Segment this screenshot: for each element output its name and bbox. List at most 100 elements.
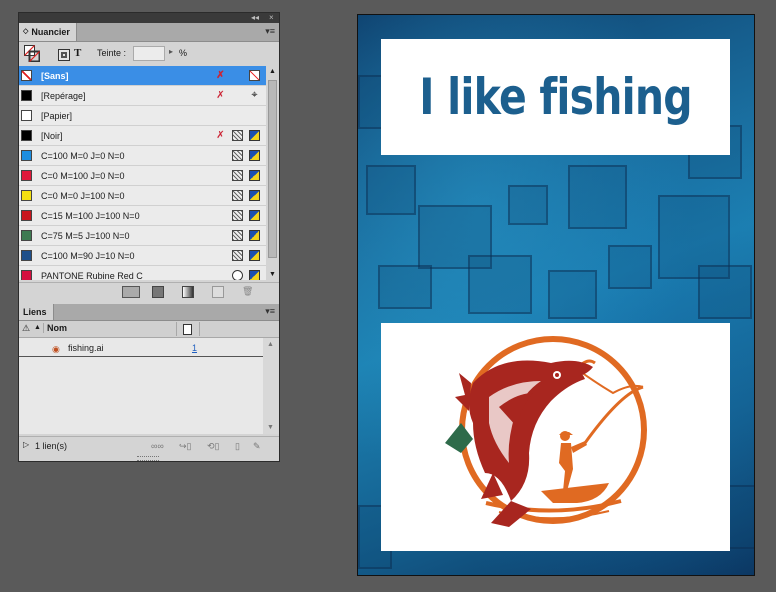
warning-icon[interactable]: ⚠: [22, 323, 30, 334]
scroll-up-icon[interactable]: ▲: [269, 68, 276, 75]
tab-toggle-icon[interactable]: ◇: [23, 23, 28, 41]
swatch-name: [Papier]: [41, 111, 73, 121]
link-name: fishing.ai: [68, 343, 104, 353]
column-page[interactable]: [176, 322, 200, 336]
scroll-down-icon[interactable]: ▼: [269, 271, 276, 278]
swatch-row[interactable]: C=100 M=0 J=0 N=0: [19, 146, 266, 166]
link-row[interactable]: ◉ fishing.ai 1: [19, 342, 263, 357]
swatch-name: C=75 M=5 J=100 N=0: [41, 231, 130, 241]
delete-swatch-icon[interactable]: 🗑: [242, 286, 253, 296]
scroll-thumb[interactable]: [268, 80, 277, 258]
swatch-row[interactable]: C=0 M=100 J=0 N=0: [19, 166, 266, 186]
swatch-name: C=100 M=0 J=0 N=0: [41, 151, 125, 161]
swatch-chip: [21, 90, 32, 101]
expand-info-icon[interactable]: ▷: [23, 440, 29, 449]
document-page: I like fishing: [357, 14, 755, 576]
process-color-icon: [232, 130, 243, 141]
background-square: [698, 265, 752, 319]
process-color-icon: [232, 170, 243, 181]
links-panel: Liens ▾≡ ⚠ ▲ Nom ◉ fishing.ai 1 ▲ ▼ ▷ 1 …: [19, 304, 279, 462]
swatch-row[interactable]: C=75 M=5 J=100 N=0: [19, 226, 266, 246]
swatch-name: C=100 M=90 J=10 N=0: [41, 251, 135, 261]
links-menu-icon[interactable]: ▾≡: [265, 306, 275, 317]
cmyk-icon: [249, 210, 260, 221]
scroll-up-icon[interactable]: ▲: [267, 341, 274, 348]
column-name[interactable]: Nom: [43, 323, 67, 333]
swatch-chip: [21, 230, 32, 241]
swatch-name: C=15 M=100 J=100 N=0: [41, 211, 140, 221]
process-color-icon: [232, 250, 243, 261]
swatch-name: [Noir]: [41, 131, 63, 141]
process-color-icon: [232, 230, 243, 241]
swatch-row[interactable]: C=15 M=100 J=100 N=0: [19, 206, 266, 226]
swatch-list: [Sans] ✗ [Repérage] ✗ ⌖ [Papier] [Noir] ✗ C=100 …: [19, 66, 266, 280]
cmyk-icon: [249, 150, 260, 161]
swatches-tabbar: ◇ Nuancier ▾≡: [19, 23, 279, 42]
swatch-chip: [21, 110, 32, 121]
no-edit-icon: ✗: [216, 130, 225, 141]
swatch-toolbar: T Teinte : ▸ %: [19, 42, 279, 66]
resize-grip[interactable]: [137, 456, 159, 461]
swatch-chip: [21, 190, 32, 201]
cmyk-icon: [249, 250, 260, 261]
scroll-down-icon[interactable]: ▼: [267, 424, 274, 431]
show-gradient-swatches-icon[interactable]: [182, 286, 194, 298]
spot-color-icon: [232, 270, 243, 280]
links-list: ◉ fishing.ai 1: [19, 338, 263, 434]
tab-swatches-label: Nuancier: [31, 27, 70, 37]
collapse-icon[interactable]: ◂◂: [251, 13, 259, 23]
links-scrollbar[interactable]: ▲ ▼: [263, 338, 279, 434]
tab-swatches[interactable]: ◇ Nuancier: [19, 23, 77, 41]
swatch-row[interactable]: [Sans] ✗: [19, 66, 266, 86]
headline-frame[interactable]: I like fishing: [381, 39, 730, 155]
swatch-chip: [21, 270, 32, 280]
registration-icon: ⌖: [251, 89, 258, 101]
swatch-row[interactable]: [Papier]: [19, 106, 266, 126]
panel-group: ◂◂ × ◇ Nuancier ▾≡ T Teinte : ▸ % [Sans]…: [18, 12, 280, 462]
panel-menu-icon[interactable]: ▾≡: [265, 26, 275, 37]
cmyk-icon: [249, 270, 260, 280]
relink-icon[interactable]: ↪▯: [179, 441, 192, 452]
fill-stroke-icon[interactable]: [24, 45, 40, 62]
show-color-swatches-icon[interactable]: [152, 286, 164, 298]
show-all-swatches-icon[interactable]: [122, 286, 140, 298]
formatting-container-icon[interactable]: [58, 49, 70, 61]
panel-title-bar[interactable]: ◂◂ ×: [19, 13, 279, 23]
page-icon: [183, 324, 192, 335]
process-color-icon: [232, 150, 243, 161]
swatch-row[interactable]: [Noir] ✗: [19, 126, 266, 146]
tint-label: Teinte :: [97, 48, 127, 58]
swatch-row[interactable]: PANTONE Rubine Red C: [19, 266, 266, 280]
tab-links[interactable]: Liens: [19, 304, 54, 320]
link-page[interactable]: 1: [192, 343, 197, 353]
links-count: 1 lien(s): [35, 441, 68, 451]
swatch-name: C=0 M=0 J=100 N=0: [41, 191, 125, 201]
swatch-row[interactable]: C=0 M=0 J=100 N=0: [19, 186, 266, 206]
links-footer: ▷ 1 lien(s) ∞∞ ↪▯ ⟲▯ ▯ ✎: [19, 436, 279, 455]
swatch-row[interactable]: [Repérage] ✗ ⌖: [19, 86, 266, 106]
swatch-name: [Sans]: [41, 71, 69, 81]
tint-arrow-icon[interactable]: ▸: [169, 47, 173, 56]
update-link-icon[interactable]: ⟲▯: [207, 441, 220, 452]
edit-with-icon[interactable]: ✎: [253, 441, 261, 452]
cmyk-icon: [249, 170, 260, 181]
close-icon[interactable]: ×: [269, 13, 274, 23]
swatch-scrollbar[interactable]: ▲ ▼: [266, 66, 279, 280]
swatch-name: C=0 M=100 J=0 N=0: [41, 171, 125, 181]
background-square: [508, 185, 548, 225]
artwork-frame[interactable]: [381, 323, 730, 551]
tint-input[interactable]: [133, 46, 165, 61]
sort-ascending-icon[interactable]: ▲: [34, 324, 41, 331]
fishing-logo: [445, 336, 647, 527]
swatch-chip: [21, 210, 32, 221]
formatting-text-icon[interactable]: T: [74, 47, 81, 59]
swatch-name: [Repérage]: [41, 91, 86, 101]
relink-cc-icon[interactable]: ∞∞: [151, 441, 164, 451]
background-square: [378, 265, 432, 309]
swatch-row[interactable]: C=100 M=90 J=10 N=0: [19, 246, 266, 266]
background-square: [608, 245, 652, 289]
links-tabbar: Liens ▾≡: [19, 304, 279, 321]
new-swatch-icon[interactable]: [212, 286, 224, 298]
edit-original-icon[interactable]: ▯: [235, 441, 240, 452]
tab-links-label: Liens: [23, 307, 47, 317]
